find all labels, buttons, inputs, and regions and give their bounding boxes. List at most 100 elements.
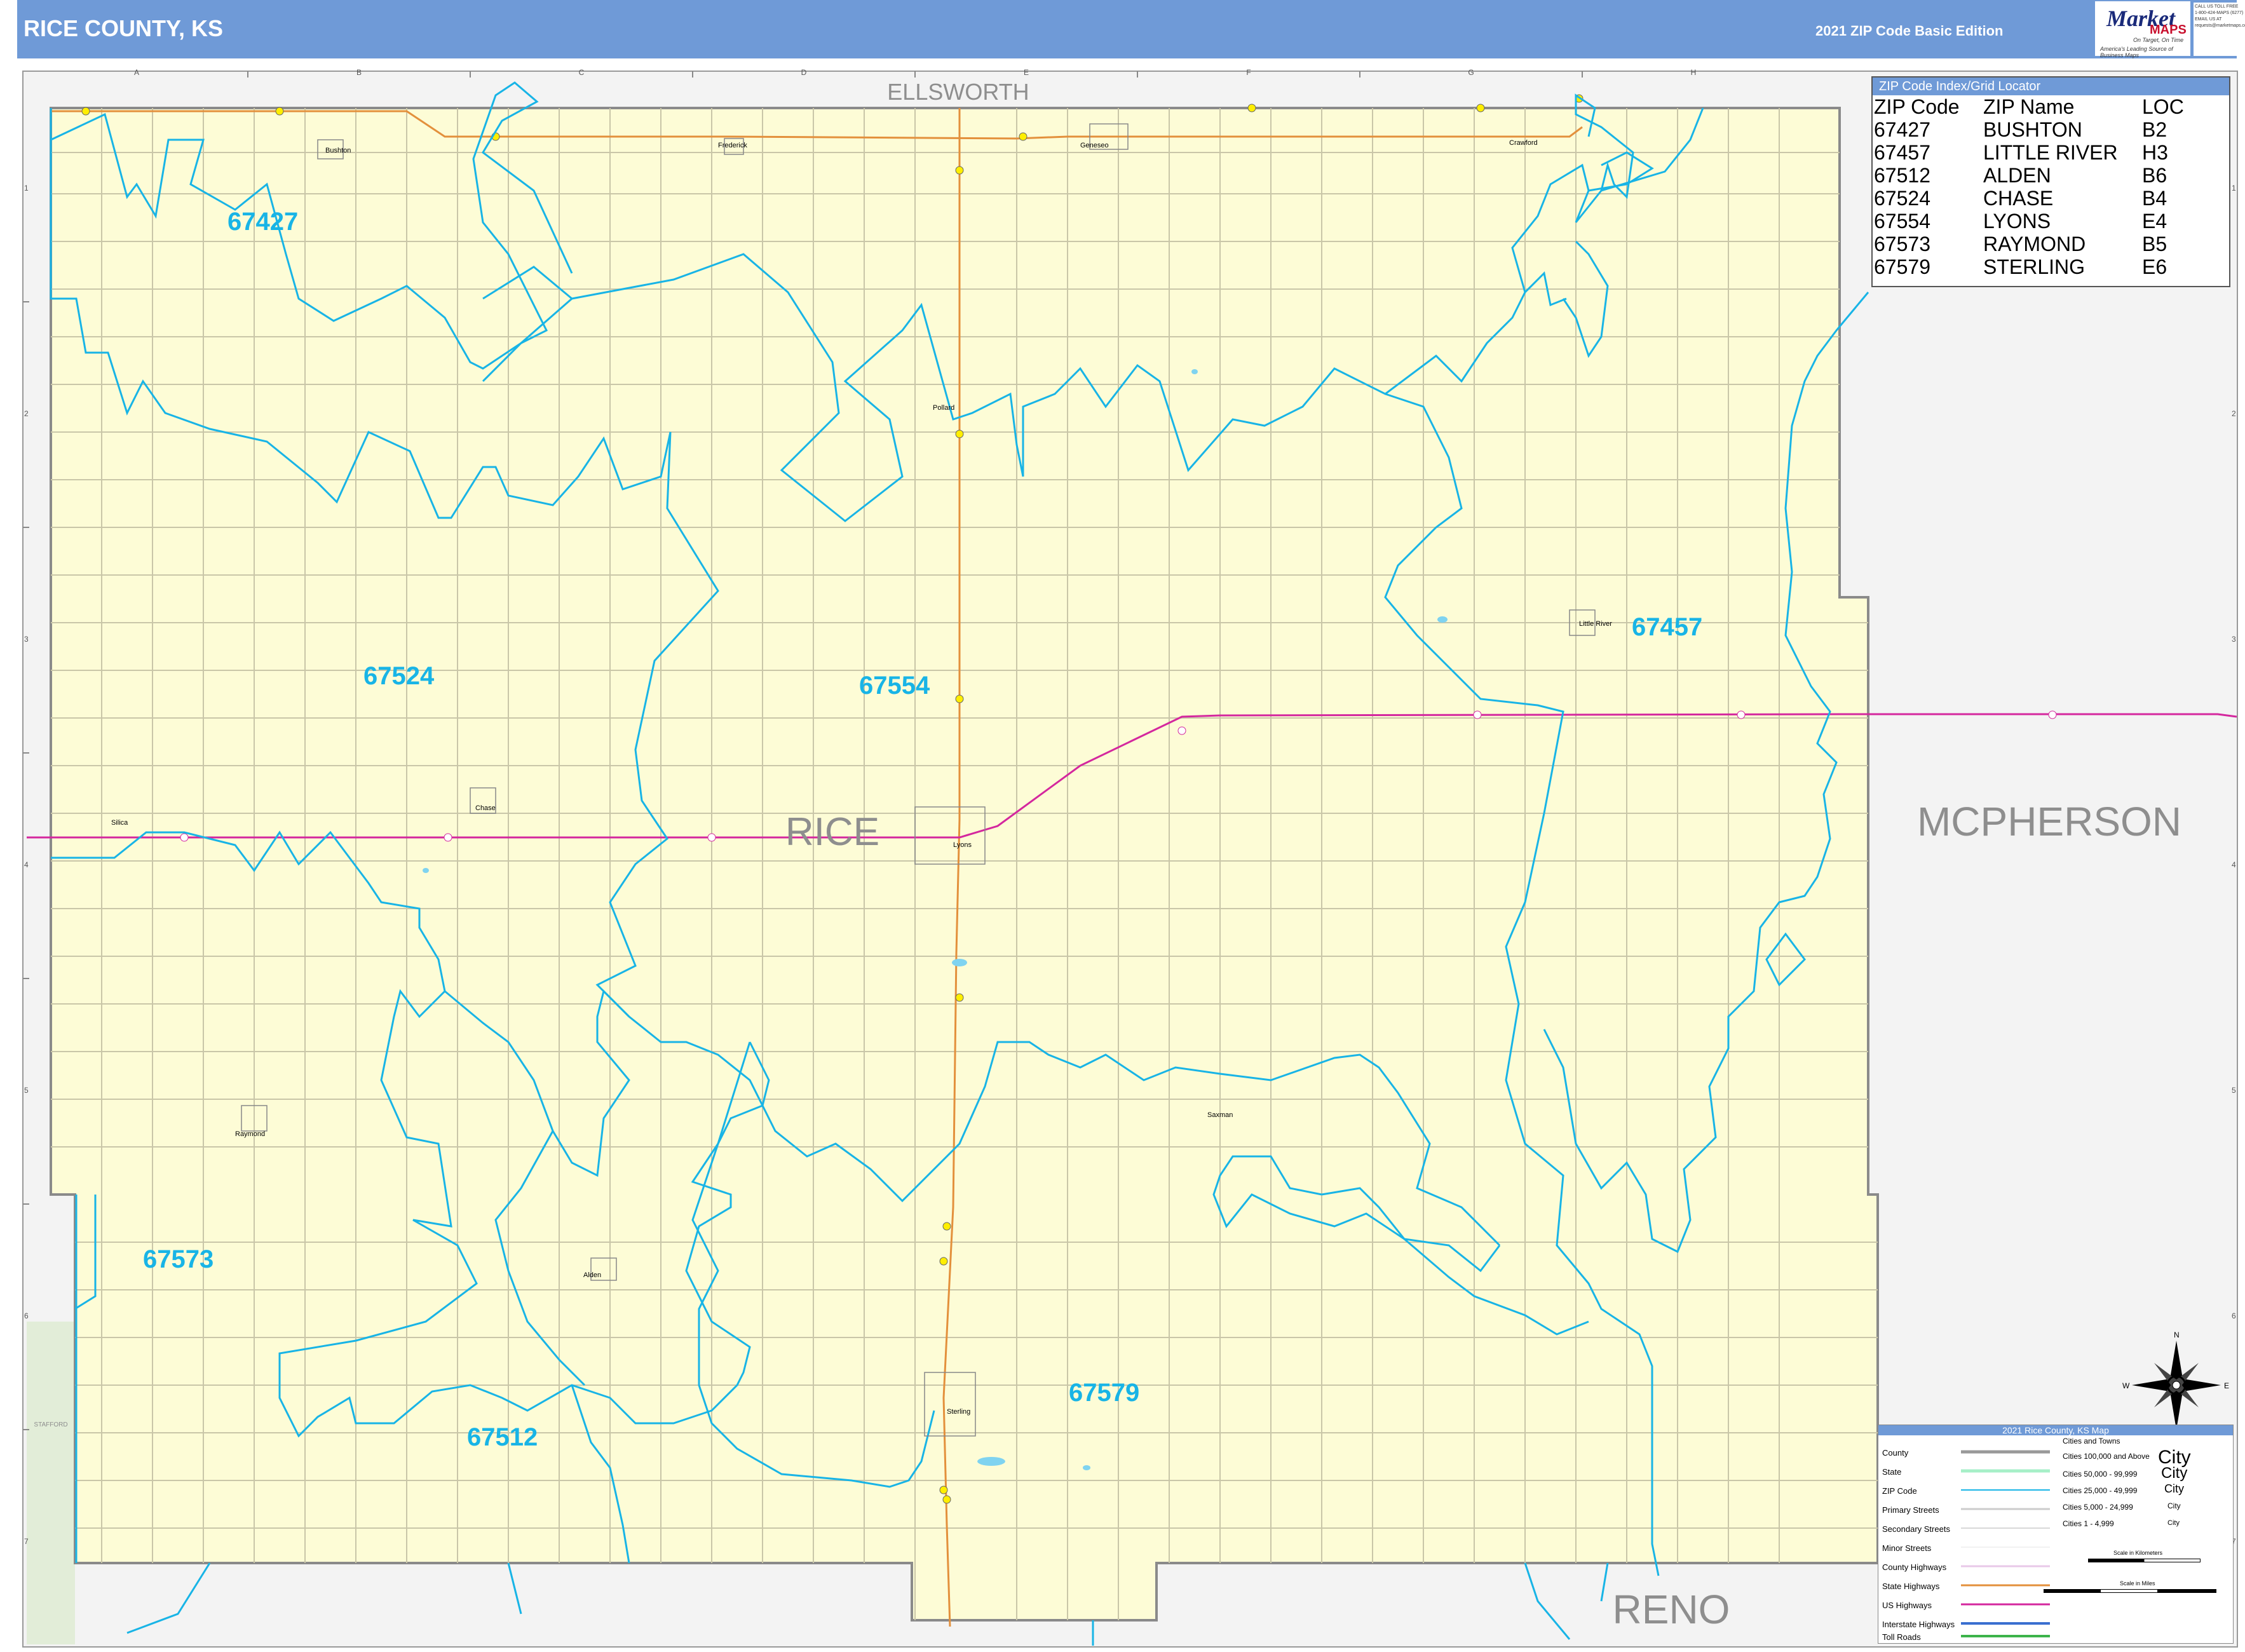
grid-row-5: 5	[24, 1086, 29, 1095]
zip-loc: B4	[2142, 187, 2167, 210]
legend-primary: Primary Streets	[1882, 1505, 1939, 1515]
legend-city-sample-5: City	[2167, 1519, 2180, 1527]
compass-w: W	[2122, 1381, 2130, 1390]
town-pollard: Pollard	[933, 404, 954, 412]
grid-col-h: H	[1691, 68, 1697, 77]
zip-loc: H3	[2142, 141, 2168, 164]
grid-row-4-right: 4	[2232, 860, 2236, 869]
zip-label-67554: 67554	[859, 672, 930, 700]
legend-swatches	[1961, 1450, 2050, 1637]
grid-row-2: 2	[24, 409, 29, 418]
legend-city-sample-4: City	[2167, 1501, 2181, 1510]
zip-index-row[interactable]: 67554 LYONS E4	[1873, 210, 2229, 233]
legend-scale-km: Scale in Kilometers	[2113, 1550, 2163, 1556]
town-frederick: Frederick	[718, 142, 747, 149]
zip-name: RAYMOND	[1983, 233, 2086, 255]
zip-index-row[interactable]: 67524 CHASE B4	[1873, 187, 2229, 210]
scale-bar-miles	[2044, 1589, 2216, 1593]
neighbor-reno: RENO	[1613, 1587, 1730, 1632]
zip-loc: E6	[2142, 255, 2167, 278]
town-little-river: Little River	[1579, 620, 1612, 628]
scale-bar-km	[2088, 1559, 2201, 1562]
town-bushton: Bushton	[325, 147, 351, 154]
zip-index-row[interactable]: 67579 STERLING E6	[1873, 255, 2229, 278]
zip-name: LITTLE RIVER	[1983, 141, 2118, 164]
town-lyons: Lyons	[953, 841, 972, 849]
legend-county: County	[1882, 1448, 1909, 1458]
zip-index-header-name: ZIP Name	[1983, 95, 2075, 118]
zip-code: 67524	[1874, 187, 1930, 210]
zip-label-67427: 67427	[227, 208, 298, 236]
zip-label-67524: 67524	[363, 662, 435, 690]
legend-state-hwy: State Highways	[1882, 1581, 1940, 1591]
zip-code: 67457	[1874, 141, 1930, 164]
grid-row-1-right: 1	[2232, 184, 2236, 193]
legend-zip: ZIP Code	[1882, 1486, 1917, 1496]
grid-col-b: B	[356, 68, 362, 77]
zip-label-67457: 67457	[1632, 613, 1702, 641]
town-alden: Alden	[583, 1271, 601, 1279]
grid-row-3-right: 3	[2232, 635, 2236, 644]
zip-index-row[interactable]: 67573 RAYMOND B5	[1873, 233, 2229, 255]
legend-toll: Toll Roads	[1882, 1632, 1921, 1642]
legend-scale-miles: Scale in Miles	[2120, 1580, 2155, 1587]
zip-index-row[interactable]: 67427 BUSHTON B2	[1873, 118, 2229, 141]
map-legend: 2021 Rice County, KS Map County State ZI…	[1878, 1425, 2234, 1644]
zip-loc: B6	[2142, 164, 2167, 187]
legend-city-size-4: Cities 5,000 - 24,999	[2063, 1503, 2133, 1512]
zip-code: 67512	[1874, 164, 1930, 187]
zip-index-row[interactable]: 67457 LITTLE RIVER H3	[1873, 141, 2229, 164]
zip-label-67579: 67579	[1069, 1379, 1139, 1407]
compass-e: E	[2224, 1381, 2229, 1390]
zip-index-header-loc: LOC	[2142, 95, 2184, 118]
grid-col-d: D	[801, 68, 807, 77]
legend-city-size-2: Cities 50,000 - 99,999	[2063, 1470, 2138, 1479]
grid-row-5-right: 5	[2232, 1086, 2236, 1095]
legend-state: State	[1882, 1467, 1902, 1477]
legend-interstate: Interstate Highways	[1882, 1620, 1955, 1629]
grid-row-7: 7	[24, 1537, 29, 1546]
zip-label-67573: 67573	[143, 1245, 214, 1273]
county-label: RICE	[785, 810, 879, 854]
zip-index-table: ZIP Code ZIP Name LOC 67427 BUSHTON B2 674…	[1873, 95, 2229, 278]
town-crawford: Crawford	[1509, 139, 1538, 147]
legend-secondary: Secondary Streets	[1882, 1524, 1950, 1534]
zip-code: 67427	[1874, 118, 1930, 141]
legend-city-sample-2: City	[2161, 1465, 2188, 1482]
zip-loc: B2	[2142, 118, 2167, 141]
town-geneseo: Geneseo	[1080, 142, 1109, 149]
grid-col-g: G	[1468, 68, 1474, 77]
legend-city-size-3: Cities 25,000 - 49,999	[2063, 1486, 2138, 1495]
grid-row-6: 6	[24, 1311, 29, 1320]
zip-name: STERLING	[1983, 255, 2086, 278]
neighbor-mcpherson: MCPHERSON	[1917, 799, 2181, 844]
legend-minor: Minor Streets	[1882, 1543, 1932, 1553]
zip-index-header-row: ZIP Code ZIP Name LOC	[1873, 95, 2229, 118]
grid-row-2-right: 2	[2232, 409, 2236, 418]
zip-loc: E4	[2142, 210, 2167, 233]
town-chase: Chase	[475, 804, 496, 812]
grid-col-c: C	[579, 68, 585, 77]
zip-index-header-zip: ZIP Code	[1874, 95, 1960, 118]
zip-code: 67554	[1874, 210, 1930, 233]
zip-name: LYONS	[1983, 210, 2051, 233]
zip-code: 67573	[1874, 233, 1930, 255]
stafford-region	[27, 1322, 75, 1644]
zip-index-title: ZIP Code Index/Grid Locator	[1873, 78, 2229, 95]
zip-name: BUSHTON	[1983, 118, 2082, 141]
zip-name: CHASE	[1983, 187, 2054, 210]
legend-cities-title: Cities and Towns	[2063, 1437, 2120, 1446]
zip-loc: B5	[2142, 233, 2167, 255]
legend-us-hwy: US Highways	[1882, 1601, 1932, 1610]
grid-row-6-right: 6	[2232, 1311, 2236, 1320]
zip-index-panel: ZIP Code Index/Grid Locator ZIP Code ZIP…	[1871, 76, 2230, 287]
zip-index-row[interactable]: 67512 ALDEN B6	[1873, 164, 2229, 187]
legend-city-sample-3: City	[2164, 1482, 2184, 1495]
town-sterling: Sterling	[947, 1408, 970, 1416]
compass-n: N	[2174, 1330, 2180, 1339]
grid-row-1: 1	[24, 184, 29, 193]
zip-label-67512: 67512	[467, 1423, 538, 1451]
neighbor-stafford: STAFFORD	[34, 1421, 67, 1428]
legend-title: 2021 Rice County, KS Map	[1878, 1425, 2233, 1435]
grid-col-f: F	[1246, 68, 1251, 77]
